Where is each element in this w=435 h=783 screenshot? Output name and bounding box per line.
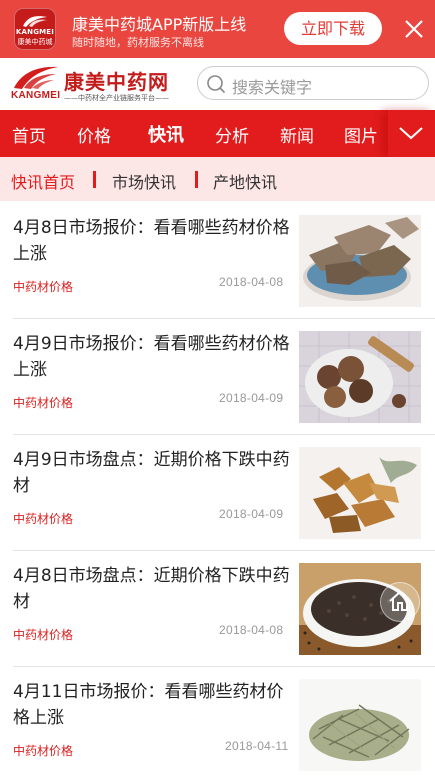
nav-item-images[interactable]: 图片 bbox=[344, 122, 378, 147]
app-icon-name: 康美中药城 bbox=[17, 38, 53, 46]
site-logo[interactable]: KANGMEI 康美中药网 ——中药材全产业链服务平台—— bbox=[10, 64, 190, 106]
nav-more-button[interactable] bbox=[388, 110, 435, 157]
article-thumbnail[interactable] bbox=[299, 215, 421, 307]
subnav-separator bbox=[195, 171, 198, 188]
article-date: 2018-04-11 bbox=[225, 739, 289, 753]
logo-tagline: ——中药材全产业链服务平台—— bbox=[64, 94, 169, 102]
article-category[interactable]: 中药材价格 bbox=[13, 394, 73, 411]
article-date: 2018-04-08 bbox=[219, 623, 284, 637]
article-thumbnail[interactable] bbox=[299, 447, 421, 539]
list-item[interactable]: 4月9日市场报价：看看哪些药材价格上涨 中药材价格 2018-04-09 bbox=[0, 319, 435, 435]
app-download-banner: KANGMEI 康美中药城 康美中药城APP新版上线 随时随地，药材服务不离线 … bbox=[0, 0, 435, 58]
article-title[interactable]: 4月11日市场报价：看看哪些药材价格上涨 bbox=[13, 679, 291, 731]
app-icon-brand: KANGMEI bbox=[15, 28, 55, 36]
list-item[interactable]: 4月11日市场报价：看看哪些药材价格上涨 中药材价格 2018-04-11 bbox=[0, 667, 435, 783]
app-logo-icon bbox=[23, 16, 47, 27]
article-title[interactable]: 4月8日市场盘点：近期价格下跌中药材 bbox=[13, 563, 291, 615]
article-thumbnail[interactable] bbox=[299, 331, 421, 423]
search-input[interactable]: 搜索关键字 bbox=[197, 66, 429, 100]
site-header: KANGMEI 康美中药网 ——中药材全产业链服务平台—— 搜索关键字 bbox=[0, 58, 435, 110]
list-item[interactable]: 4月8日市场报价：看看哪些药材价格上涨 中药材价格 2018-04-08 bbox=[0, 203, 435, 319]
article-category[interactable]: 中药材价格 bbox=[13, 510, 73, 527]
logo-swoosh-icon bbox=[14, 66, 58, 89]
article-category[interactable]: 中药材价格 bbox=[13, 278, 73, 295]
close-icon[interactable] bbox=[403, 18, 425, 40]
chevron-down-icon bbox=[399, 127, 423, 140]
article-date: 2018-04-08 bbox=[219, 275, 284, 289]
article-thumbnail[interactable] bbox=[299, 679, 421, 771]
search-placeholder: 搜索关键字 bbox=[232, 78, 313, 97]
article-date: 2018-04-09 bbox=[219, 507, 284, 521]
subnav-item-origin-flash[interactable]: 产地快讯 bbox=[213, 169, 277, 193]
nav-item-news[interactable]: 新闻 bbox=[280, 122, 314, 147]
logo-english: KANGMEI bbox=[11, 90, 61, 101]
article-title[interactable]: 4月9日市场报价：看看哪些药材价格上涨 bbox=[13, 331, 291, 383]
subnav-separator bbox=[93, 171, 96, 188]
banner-subtitle: 随时随地，药材服务不离线 bbox=[72, 36, 204, 49]
article-title[interactable]: 4月8日市场报价：看看哪些药材价格上涨 bbox=[13, 215, 291, 267]
nav-item-price[interactable]: 价格 bbox=[77, 122, 111, 147]
home-float-button[interactable] bbox=[380, 582, 420, 622]
article-category[interactable]: 中药材价格 bbox=[13, 626, 73, 643]
banner-title: 康美中药城APP新版上线 bbox=[72, 15, 247, 34]
main-nav: 首页 价格 快讯 分析 新闻 图片 bbox=[0, 110, 435, 157]
download-button[interactable]: 立即下载 bbox=[284, 12, 382, 45]
app-icon[interactable]: KANGMEI 康美中药城 bbox=[14, 8, 56, 50]
sub-nav: 快讯首页 市场快讯 产地快讯 bbox=[0, 157, 435, 201]
nav-item-analysis[interactable]: 分析 bbox=[215, 122, 249, 147]
subnav-item-market-flash[interactable]: 市场快讯 bbox=[112, 169, 176, 193]
subnav-item-flash-home[interactable]: 快讯首页 bbox=[11, 169, 75, 193]
nav-item-home[interactable]: 首页 bbox=[12, 122, 46, 147]
list-item[interactable]: 4月8日市场盘点：近期价格下跌中药材 中药材价格 2018-04-08 bbox=[0, 551, 435, 667]
article-date: 2018-04-09 bbox=[219, 391, 284, 405]
logo-chinese: 康美中药网 bbox=[64, 70, 169, 94]
search-icon bbox=[207, 75, 226, 94]
home-icon bbox=[389, 590, 411, 611]
list-item[interactable]: 4月9日市场盘点：近期价格下跌中药材 中药材价格 2018-04-09 bbox=[0, 435, 435, 551]
article-title[interactable]: 4月9日市场盘点：近期价格下跌中药材 bbox=[13, 447, 291, 499]
article-category[interactable]: 中药材价格 bbox=[13, 742, 73, 759]
nav-item-news-flash[interactable]: 快讯 bbox=[148, 121, 184, 147]
